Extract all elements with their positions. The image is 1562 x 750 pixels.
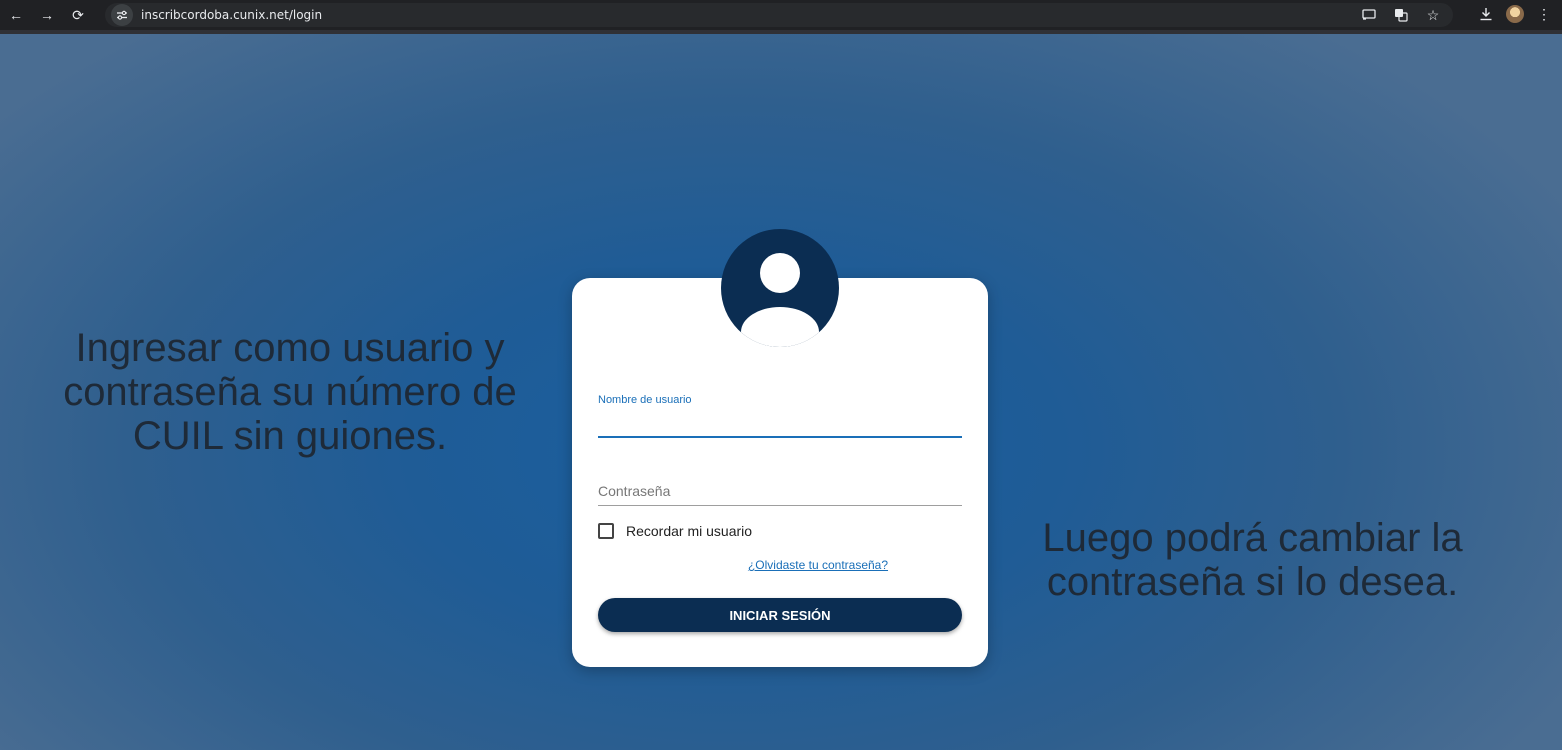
instruction-left: Ingresar como usuario y contraseña su nú… <box>63 326 517 458</box>
instruction-right: Luego podrá cambiar la contraseña si lo … <box>1042 516 1463 604</box>
forward-arrow-icon[interactable]: → <box>36 4 58 26</box>
forgot-password-link[interactable]: ¿Olvidaste tu contraseña? <box>572 558 988 572</box>
password-input[interactable] <box>598 478 962 504</box>
login-page: Ingresar como usuario y contraseña su nú… <box>0 34 1562 750</box>
password-underline <box>598 505 962 506</box>
bookmark-star-icon[interactable]: ☆ <box>1423 5 1443 25</box>
address-bar[interactable]: inscribcordoba.cunix.net/login ☆ <box>105 3 1453 27</box>
reload-icon[interactable]: ⟳ <box>67 4 89 26</box>
username-field: Nombre de usuario <box>598 394 962 438</box>
translate-icon[interactable] <box>1391 5 1411 25</box>
login-card: Nombre de usuario Recordar mi usuario ¿O… <box>572 229 988 667</box>
user-icon <box>721 229 839 347</box>
login-button[interactable]: INICIAR SESIÓN <box>598 598 962 632</box>
browser-toolbar: ← → ⟳ inscribcordoba.cunix.net/login ☆ ⋮ <box>0 0 1562 30</box>
profile-avatar[interactable] <box>1506 5 1524 23</box>
cast-icon[interactable] <box>1359 5 1379 25</box>
username-input[interactable] <box>598 410 962 434</box>
password-field <box>598 478 962 506</box>
remember-row: Recordar mi usuario <box>598 523 752 539</box>
remember-label[interactable]: Recordar mi usuario <box>626 523 752 539</box>
remember-checkbox[interactable] <box>598 523 614 539</box>
download-icon[interactable] <box>1476 4 1496 24</box>
menu-dots-icon[interactable]: ⋮ <box>1534 4 1554 24</box>
username-underline <box>598 436 962 438</box>
url-text[interactable]: inscribcordoba.cunix.net/login <box>141 8 322 22</box>
site-info-icon[interactable] <box>111 4 133 26</box>
back-arrow-icon[interactable]: ← <box>5 4 27 26</box>
username-label: Nombre de usuario <box>598 394 692 406</box>
